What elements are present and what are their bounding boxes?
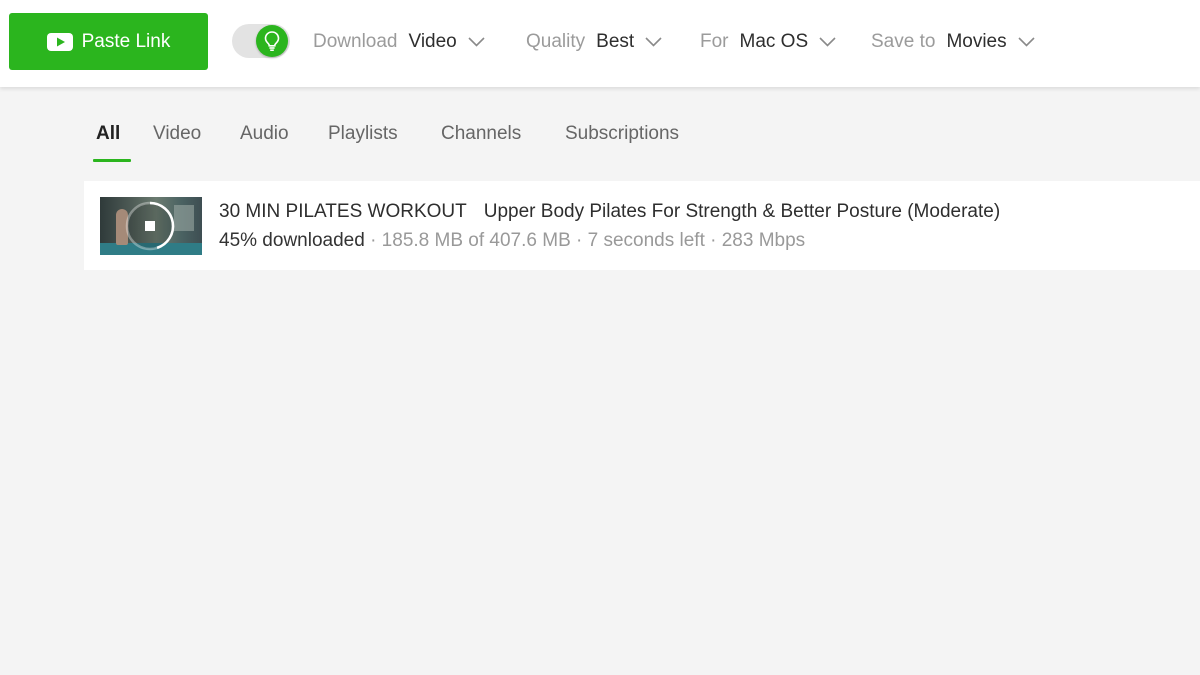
thumbnail-background: [174, 205, 194, 231]
platform-value: Mac OS: [739, 31, 809, 52]
download-title-part2: Upper Body Pilates For Strength & Better…: [483, 201, 1001, 222]
stop-icon: [145, 221, 155, 231]
download-title-part1: 30 MIN PILATES WORKOUT: [219, 201, 467, 222]
chevron-down-icon: [468, 37, 485, 47]
download-progress-text: 45% downloaded: [219, 230, 365, 251]
filter-tabs: All Video Audio Playlists Channels Subsc…: [84, 112, 784, 164]
save-to-dropdown[interactable]: Save to Movies: [871, 29, 1035, 55]
paste-link-button[interactable]: Paste Link: [9, 13, 208, 70]
toolbar: Paste Link Download Video Quality Best F…: [0, 0, 1200, 87]
tab-playlists[interactable]: Playlists: [328, 112, 398, 162]
chevron-down-icon: [819, 37, 836, 47]
chevron-down-icon: [645, 37, 662, 47]
paste-link-label: Paste Link: [81, 30, 171, 52]
tab-channels[interactable]: Channels: [441, 112, 521, 162]
download-details: · 185.8 MB of 407.6 MB · 7 seconds left …: [370, 230, 806, 251]
lightbulb-icon: [264, 31, 280, 52]
download-title: 30 MIN PILATES WORKOUT Upper Body Pilates…: [219, 201, 1000, 223]
smart-mode-toggle[interactable]: [232, 24, 290, 58]
toggle-knob: [256, 25, 288, 57]
youtube-icon: [46, 32, 73, 51]
active-tab-indicator: [93, 159, 131, 162]
download-type-dropdown[interactable]: Download Video: [313, 29, 485, 55]
download-type-label: Download: [313, 31, 398, 52]
download-item[interactable]: 30 MIN PILATES WORKOUT Upper Body Pilates…: [84, 181, 1200, 270]
tab-subscriptions[interactable]: Subscriptions: [565, 112, 679, 162]
platform-label: For: [700, 31, 729, 52]
download-status: 45% downloaded · 185.8 MB of 407.6 MB · …: [219, 230, 805, 252]
video-thumbnail[interactable]: [100, 197, 202, 255]
quality-label: Quality: [526, 31, 586, 52]
chevron-down-icon: [1018, 37, 1035, 47]
quality-dropdown[interactable]: Quality Best: [526, 29, 662, 55]
tab-all[interactable]: All: [96, 112, 120, 162]
stop-download-button[interactable]: [124, 200, 176, 252]
download-type-value: Video: [408, 31, 457, 52]
save-to-label: Save to: [871, 31, 936, 52]
save-to-value: Movies: [946, 31, 1007, 52]
platform-dropdown[interactable]: For Mac OS: [700, 29, 836, 55]
tab-audio[interactable]: Audio: [240, 112, 289, 162]
tab-video[interactable]: Video: [153, 112, 201, 162]
quality-value: Best: [596, 31, 635, 52]
